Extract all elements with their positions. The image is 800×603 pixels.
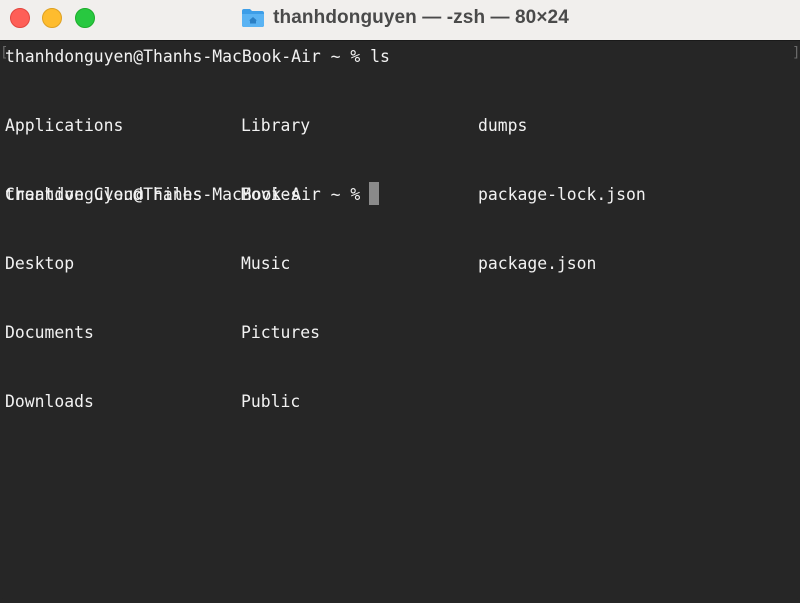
prompt-line: thanhdonguyen@Thanhs-MacBook-Air ~ % xyxy=(5,185,371,204)
ls-column-1: Applications Creative Cloud Files Deskto… xyxy=(5,68,202,459)
ls-entry: Public xyxy=(241,392,301,411)
ls-entry: Downloads xyxy=(5,392,94,411)
ls-entry: Library xyxy=(241,116,311,135)
ls-entry: dumps xyxy=(478,116,528,135)
ls-column-2: Library Movies Music Pictures Public xyxy=(241,68,320,459)
mark-right: ] xyxy=(792,45,800,61)
command-line: thanhdonguyen@Thanhs-MacBook-Air ~ % ls xyxy=(5,47,390,66)
title-bar[interactable]: thanhdonguyen — -zsh — 80×24 xyxy=(0,0,800,41)
ls-entry: Music xyxy=(241,254,291,273)
terminal-content[interactable]: [ ] thanhdonguyen@Thanhs-MacBook-Air ~ %… xyxy=(0,41,800,603)
ls-entry: package.json xyxy=(478,254,597,273)
ls-entry: Documents xyxy=(5,323,94,342)
title-container: thanhdonguyen — -zsh — 80×24 xyxy=(0,0,800,36)
ls-entry: Desktop xyxy=(5,254,75,273)
text-cursor xyxy=(369,182,379,205)
window-title: thanhdonguyen — -zsh — 80×24 xyxy=(273,7,569,28)
home-folder-icon xyxy=(241,8,265,28)
ls-entry: Pictures xyxy=(241,323,320,342)
ls-entry: package-lock.json xyxy=(478,185,646,204)
ls-column-3: dumps package-lock.json package.json xyxy=(478,68,646,321)
ls-entry: Applications xyxy=(5,116,124,135)
terminal-window: thanhdonguyen — -zsh — 80×24 [ ] thanhdo… xyxy=(0,0,800,603)
